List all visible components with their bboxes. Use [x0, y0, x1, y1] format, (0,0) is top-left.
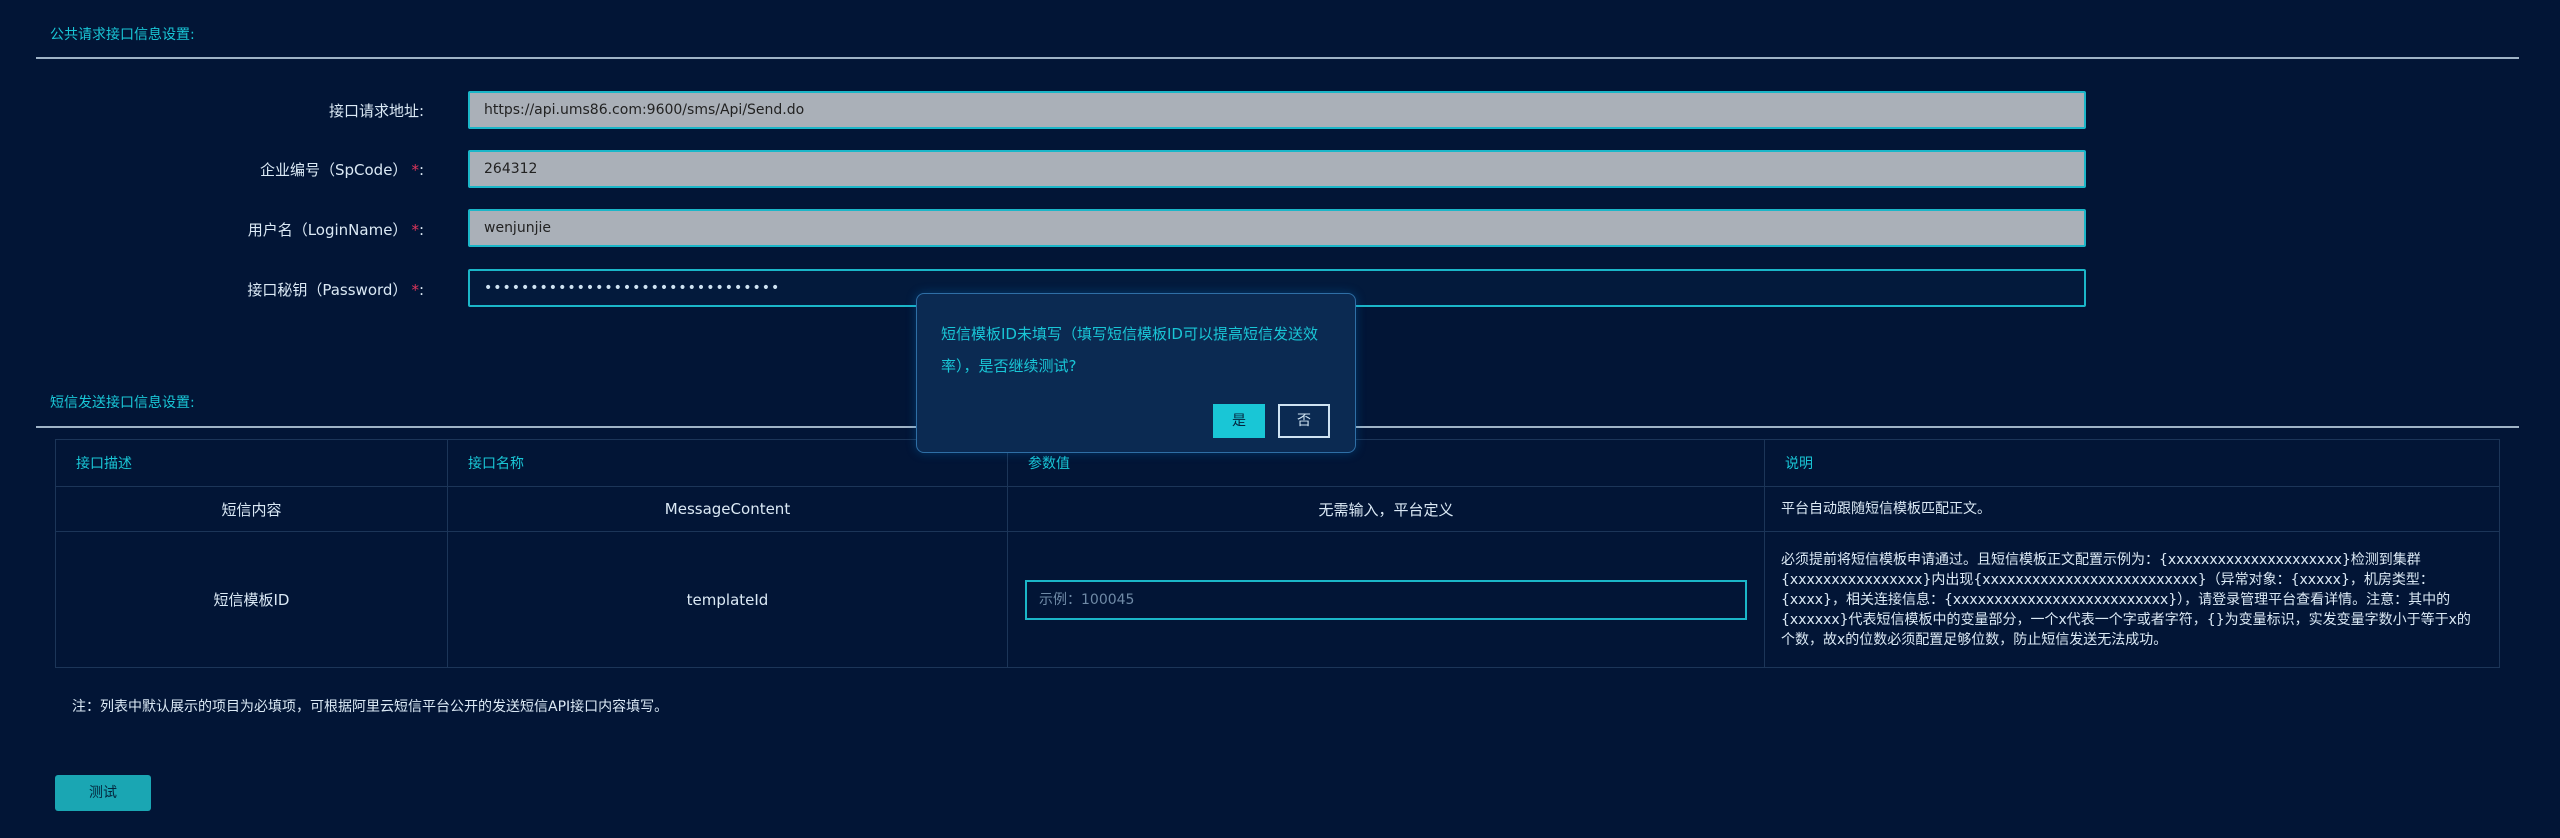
test-button[interactable]: 测试 [55, 775, 151, 811]
cell-name: templateId [447, 531, 1008, 668]
cell-note: 平台自动跟随短信模板匹配正文。 [1764, 486, 2500, 532]
header-desc: 接口描述 [55, 439, 448, 487]
dialog-message: 短信模板ID未填写（填写短信模板ID可以提高短信发送效率），是否继续测试? [941, 325, 1318, 375]
table-note: 注：列表中默认展示的项目为必填项，可根据阿里云短信平台公开的发送短信API接口内… [72, 699, 669, 715]
sms-section-title: 短信发送接口信息设置: [50, 395, 195, 411]
password-label: 接口秘钥（Password） *: [247, 281, 424, 299]
params-table: 接口描述 接口名称 参数值 说明 短信内容 MessageContent 无需输… [55, 439, 2500, 668]
dialog-yes-button[interactable]: 是 [1213, 404, 1265, 438]
public-section-title: 公共请求接口信息设置: [50, 27, 195, 43]
spcode-input[interactable]: 264312 [468, 150, 2086, 188]
cell-note: 必须提前将短信模板申请通过。且短信模板正文配置示例为：{xxxxxxxxxxxx… [1764, 531, 2500, 668]
table-row: 短信模板ID templateId 示例：100045 必须提前将短信模板申请通… [55, 531, 2500, 668]
cell-desc: 短信内容 [55, 486, 448, 532]
table-row: 短信内容 MessageContent 无需输入，平台定义 平台自动跟随短信模板… [55, 486, 2500, 532]
loginname-label: 用户名（LoginName） *: [247, 221, 424, 239]
spcode-label: 企业编号（SpCode） *: [259, 161, 424, 179]
confirm-dialog: 短信模板ID未填写（填写短信模板ID可以提高短信发送效率），是否继续测试? 是 … [916, 293, 1356, 453]
cell-name: MessageContent [447, 486, 1008, 532]
loginname-input[interactable]: wenjunjie [468, 209, 2086, 247]
cell-value: 无需输入，平台定义 [1007, 486, 1765, 532]
dialog-no-button[interactable]: 否 [1278, 404, 1330, 438]
cell-desc: 短信模板ID [55, 531, 448, 668]
api-url-input[interactable]: https://api.ums86.com:9600/sms/Api/Send.… [468, 91, 2086, 129]
cell-value: 示例：100045 [1007, 531, 1765, 668]
template-id-input[interactable]: 示例：100045 [1025, 579, 1747, 620]
api-url-label: 接口请求地址: [328, 102, 424, 120]
section-divider [36, 57, 2519, 59]
header-note: 说明 [1764, 439, 2500, 487]
